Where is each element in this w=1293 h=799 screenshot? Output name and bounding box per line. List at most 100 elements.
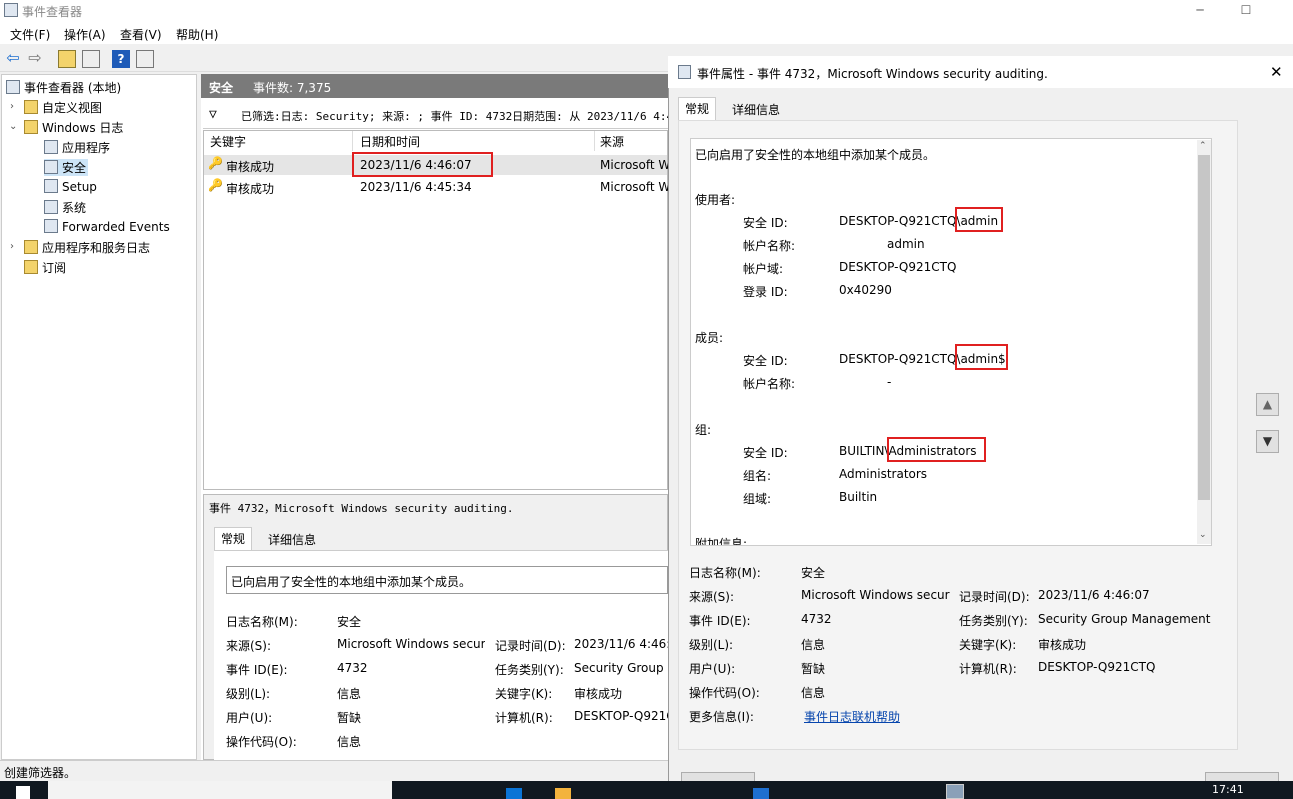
dlg-value-level: 信息 (801, 638, 826, 652)
label-keywords: 关键字(K): (495, 687, 553, 701)
column-keyword[interactable]: 关键字 (210, 133, 246, 150)
properties-icon[interactable] (82, 50, 100, 68)
value-computer: DESKTOP-Q921C (574, 709, 668, 723)
dlg-label-computer: 计算机(R): (959, 662, 1017, 676)
dlg-value-task: Security Group Management (1038, 612, 1211, 626)
row-keyword: 审核成功 (226, 182, 275, 196)
tree-app-service-logs-label: 应用程序和服务日志 (42, 241, 151, 255)
show-pane-icon[interactable] (136, 50, 154, 68)
previous-event-button[interactable]: ▲ (1256, 393, 1279, 416)
scroll-down-icon[interactable]: ⌄ (1199, 530, 1207, 540)
event-count: 事件数: 7,375 (253, 81, 332, 95)
expand-custom-views-icon[interactable]: › (10, 101, 14, 112)
table-row[interactable]: 🔑 审核成功 2023/11/6 4:45:34 Microsoft W (204, 177, 670, 197)
description-scroll-thumb[interactable] (1198, 155, 1210, 500)
desc-extra-header: 附加信息: (695, 537, 748, 546)
value-user: 暂缺 (337, 711, 362, 725)
detail-description-box: 已向启用了安全性的本地组中添加某个成员。 (226, 566, 668, 594)
sid-prefix: DESKTOP-Q921CTQ\ (839, 352, 961, 366)
status-text: 创建筛选器。 (4, 766, 77, 780)
highlight-administrators (887, 437, 986, 462)
back-icon[interactable]: ⇦ (4, 49, 22, 67)
column-datetime[interactable]: 日期和时间 (360, 133, 420, 150)
tree-windows-logs[interactable]: Windows 日志 (24, 119, 123, 136)
dialog-description-box: 已向启用了安全性的本地组中添加某个成员。 使用者: 安全 ID: DESKTOP… (690, 138, 1212, 546)
dlg-label-source: 来源(S): (689, 590, 735, 604)
dlg-label-more: 更多信息(I): (689, 710, 754, 724)
label-user: 用户(U): (226, 711, 273, 725)
tree-log-setup[interactable]: Setup (44, 179, 97, 194)
key-icon: 🔑 (208, 156, 223, 170)
dlg-value-logged: 2023/11/6 4:46:07 (1038, 588, 1150, 602)
row-source: Microsoft W (600, 158, 671, 172)
detail-description: 已向启用了安全性的本地组中添加某个成员。 (231, 575, 472, 589)
scroll-up-icon[interactable]: ⌃ (1199, 141, 1207, 151)
dlg-value-log-name: 安全 (801, 566, 826, 580)
desc-group-name-label: 组名: (743, 469, 772, 483)
dialog-bottom-button[interactable] (1205, 772, 1279, 781)
dlg-label-event-id: 事件 ID(E): (689, 614, 751, 628)
arrow-up-icon: ▲ (1262, 397, 1273, 411)
tree-custom-views[interactable]: 自定义视图 (24, 99, 102, 116)
column-divider (352, 131, 353, 151)
log-header-title: 安全 (209, 81, 234, 95)
taskbar-app-icon[interactable] (555, 788, 571, 799)
tree-app-service-logs[interactable]: 应用程序和服务日志 (24, 239, 150, 256)
tree-log-security[interactable]: 安全 (44, 159, 89, 176)
tree-subscriptions[interactable]: 订阅 (24, 259, 66, 276)
event-viewer-icon (6, 80, 20, 94)
dialog-title: 事件属性 - 事件 4732，Microsoft Windows securit… (697, 67, 1048, 81)
dialog-bottom-button[interactable] (681, 772, 755, 781)
tree-root-label: 事件查看器 (本地) (24, 81, 122, 95)
menu-help[interactable]: 帮助(H) (176, 26, 218, 43)
column-source[interactable]: 来源 (600, 133, 624, 150)
help-icon[interactable]: ? (112, 50, 130, 68)
taskbar-search[interactable] (48, 781, 392, 799)
filter-icon: ▽ (209, 107, 217, 122)
desc-subject-domain: DESKTOP-Q921CTQ (839, 260, 957, 274)
desc-sid-label: 安全 ID: (743, 446, 788, 460)
taskbar-app-icon[interactable] (946, 784, 964, 799)
menu-action[interactable]: 操作(A) (64, 26, 106, 43)
dialog-tab-general[interactable]: 常规 (678, 97, 717, 121)
folder-icon (24, 240, 38, 254)
next-event-button[interactable]: ▼ (1256, 430, 1279, 453)
tree-log-system[interactable]: 系统 (44, 199, 86, 216)
up-folder-icon[interactable] (58, 50, 76, 68)
dlg-value-computer: DESKTOP-Q921CTQ (1038, 660, 1156, 674)
taskbar-app-icon[interactable] (506, 788, 522, 799)
tree-root[interactable]: 事件查看器 (本地) (6, 79, 121, 96)
tree-log-application[interactable]: 应用程序 (44, 139, 110, 156)
start-icon[interactable] (16, 786, 30, 799)
taskbar-clock[interactable]: 17:41 (1212, 783, 1244, 796)
highlight-member-admin (955, 344, 1008, 370)
log-icon (44, 160, 58, 174)
tree-log-forwarded[interactable]: Forwarded Events (44, 219, 170, 234)
taskbar-app-icon[interactable] (753, 788, 769, 799)
minimize-button[interactable]: ─ (1177, 0, 1223, 22)
dialog-tab-details[interactable]: 详细信息 (726, 99, 786, 120)
menu-view[interactable]: 查看(V) (120, 26, 162, 43)
tree-log-label: 系统 (62, 201, 87, 215)
online-help-link[interactable]: 事件日志联机帮助 (804, 708, 900, 725)
label-opcode: 操作代码(O): (226, 735, 297, 749)
tab-details[interactable]: 详细信息 (262, 529, 322, 550)
collapse-windows-logs-icon[interactable]: ⌄ (9, 121, 17, 132)
dialog-close-button[interactable]: ✕ (1270, 63, 1283, 81)
folder-icon (24, 120, 38, 134)
expand-app-service-logs-icon[interactable]: › (10, 241, 14, 252)
value-event-id: 4732 (337, 661, 368, 675)
desc-group-domain: Builtin (839, 490, 878, 504)
filter-bar: ▽ 已筛选:日志: Security; 来源: ; 事件 ID: 4732日期范… (203, 101, 680, 129)
arrow-down-icon: ▼ (1262, 434, 1273, 448)
row-keyword: 审核成功 (226, 160, 275, 174)
forward-icon[interactable]: ⇨ (26, 49, 44, 67)
desc-member-acct: - (887, 375, 892, 389)
title-bar (0, 0, 1293, 22)
maximize-button[interactable]: ☐ (1223, 0, 1269, 22)
dialog-title-bar: 事件属性 - 事件 4732，Microsoft Windows securit… (668, 56, 1293, 88)
menu-file[interactable]: 文件(F) (10, 26, 50, 43)
tab-general[interactable]: 常规 (214, 527, 253, 551)
dlg-label-task: 任务类别(Y): (959, 614, 1028, 628)
log-icon (44, 140, 58, 154)
